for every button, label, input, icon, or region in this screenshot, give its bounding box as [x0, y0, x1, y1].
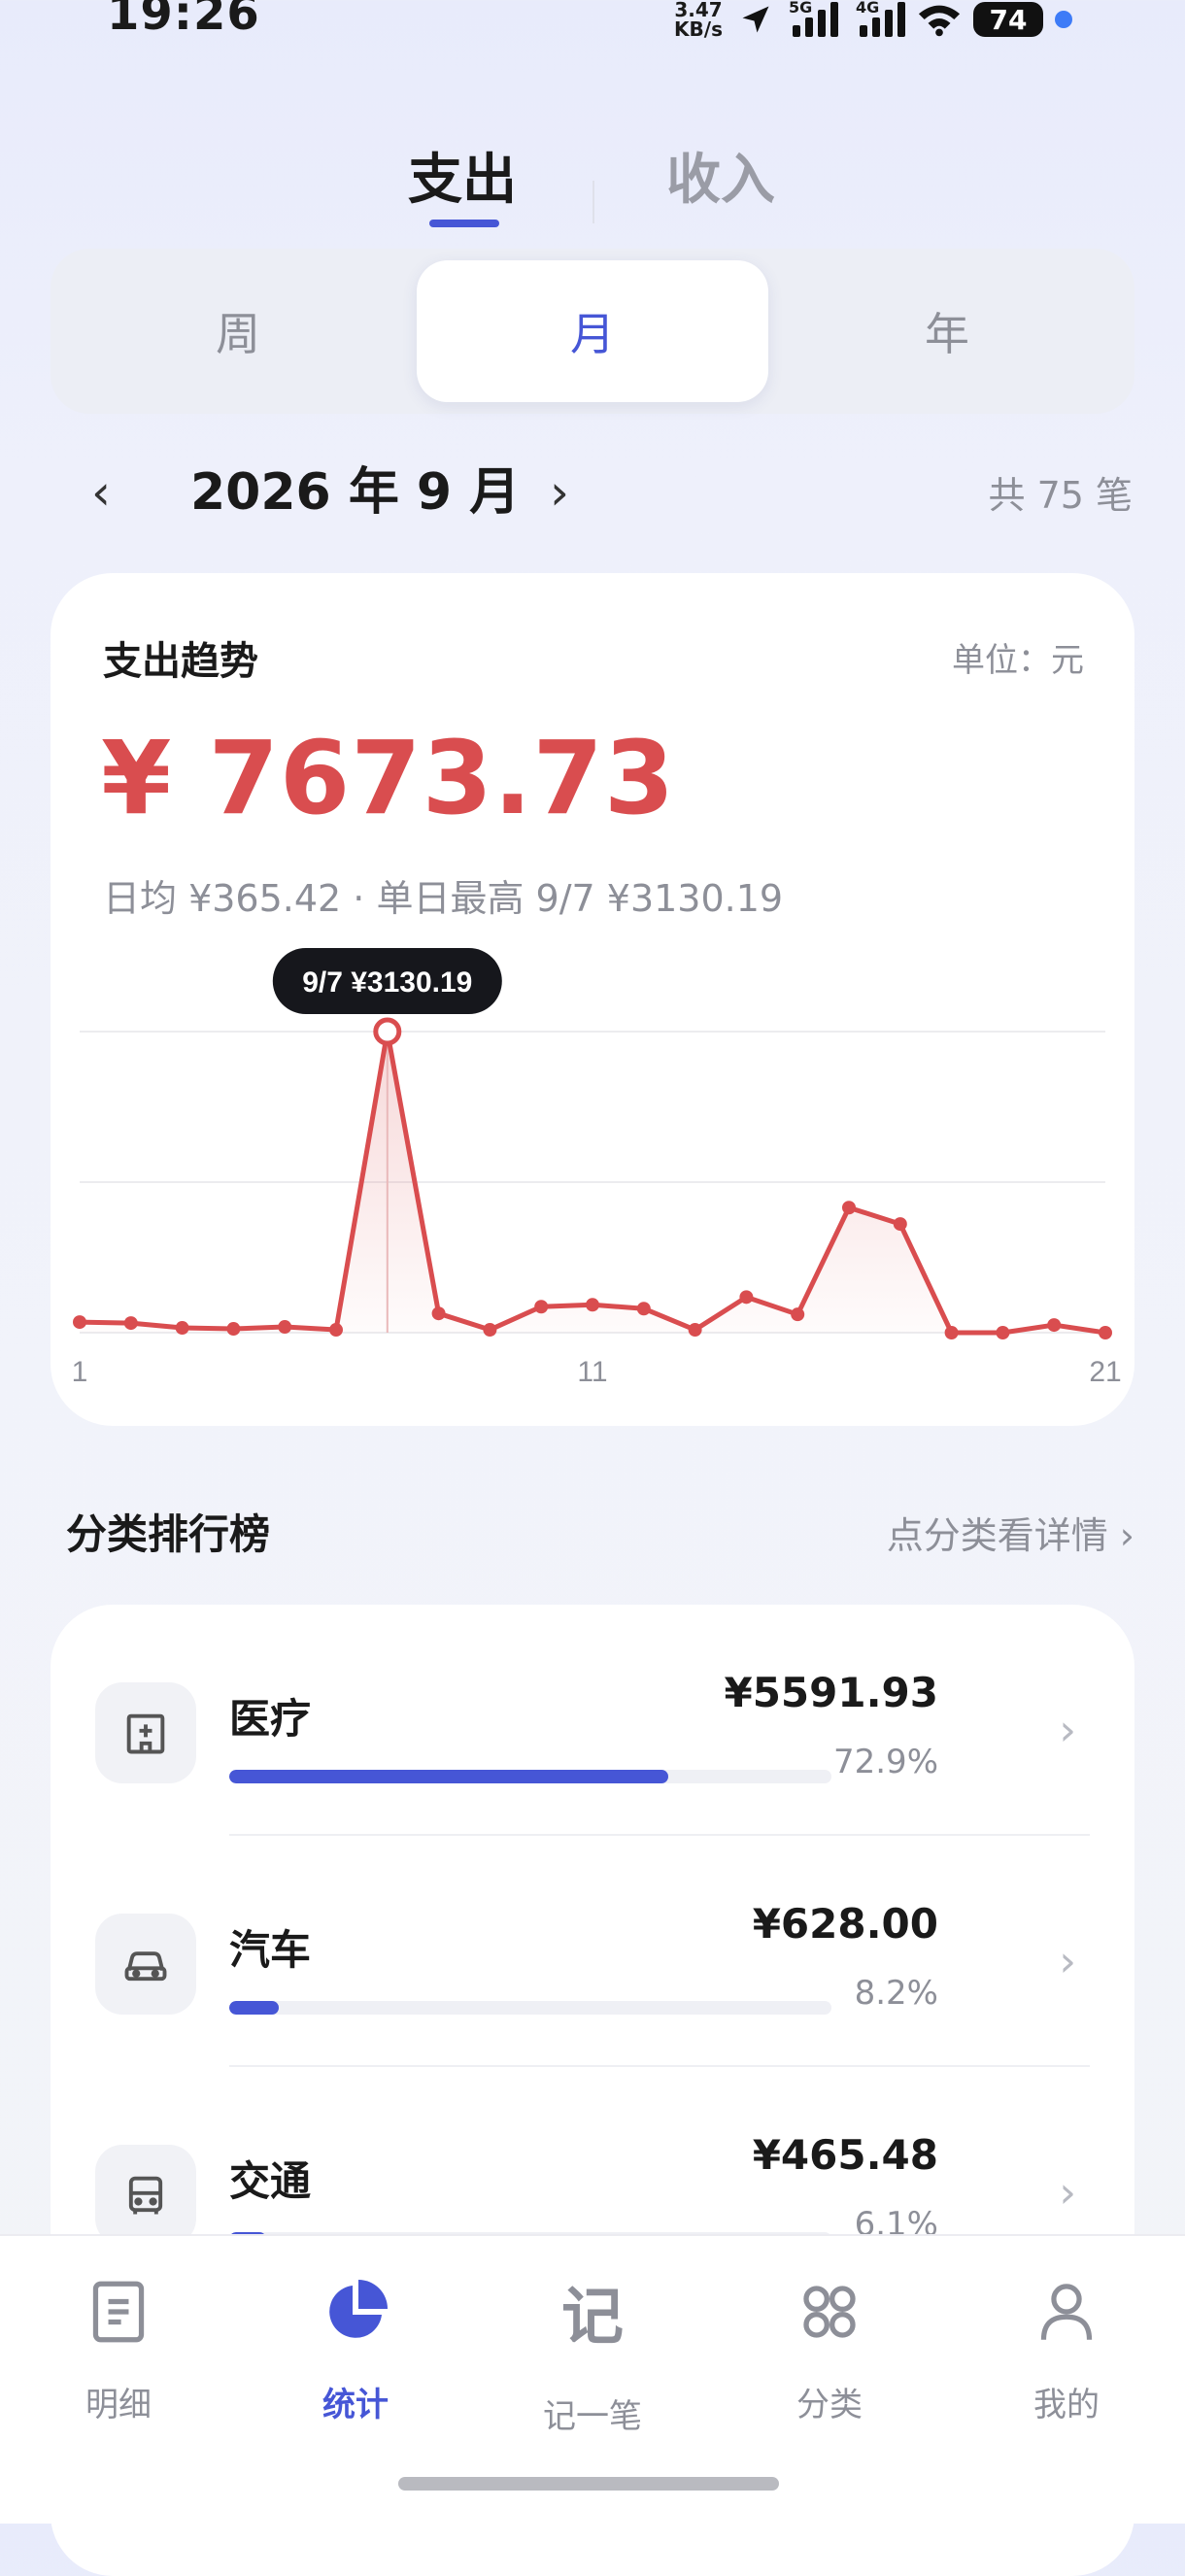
notification-dot [1055, 11, 1072, 28]
wifi-icon [918, 5, 961, 37]
location-arrow-icon [742, 6, 769, 33]
chart-point[interactable] [842, 1201, 856, 1215]
ranking-title: 分类排行榜 [66, 1510, 271, 1558]
x-tick-label: 11 [577, 1356, 607, 1388]
nav-label: 记一笔 [543, 2397, 642, 2436]
status-time: 19:26 [107, 0, 260, 41]
category-amount: ¥628.00 [752, 1900, 938, 1948]
network-type-2: 4G [856, 0, 880, 17]
list-icon [80, 2273, 157, 2351]
tooltip-text: 9/7 ¥3130.19 [302, 966, 472, 999]
chart-point[interactable] [278, 1320, 292, 1335]
unit-label: 单位：元 [952, 641, 1084, 680]
network-speed: 3.47 KB/s [670, 0, 727, 39]
home-indicator [398, 2477, 779, 2491]
chart-point[interactable] [534, 1300, 549, 1314]
chart-point[interactable] [431, 1306, 446, 1321]
chart-point[interactable] [1099, 1326, 1112, 1339]
nav-add-record[interactable]: 记 记一笔 [505, 2273, 680, 2437]
chart-point[interactable] [175, 1321, 189, 1336]
category-amount: ¥5591.93 [724, 1669, 938, 1716]
chart-point[interactable] [688, 1323, 702, 1338]
bus-icon [95, 2145, 196, 2246]
x-tick-label: 1 [72, 1356, 88, 1388]
category-percent: 8.2% [854, 1974, 938, 2013]
category-name: 汽车 [229, 1926, 312, 1974]
category-progress-fill [229, 2001, 279, 2015]
pie-chart-icon [317, 2273, 394, 2351]
chart-point[interactable] [636, 1302, 651, 1316]
nav-label: 明细 [85, 2386, 152, 2424]
category-percent: 72.9% [832, 1743, 938, 1781]
chevron-right-icon: › [1059, 1937, 1076, 1986]
chart-point[interactable] [791, 1307, 805, 1322]
nav-label: 分类 [796, 2386, 863, 2424]
chart-point[interactable] [996, 1326, 1010, 1339]
next-month-button[interactable]: › [550, 458, 569, 526]
chart-point[interactable] [586, 1298, 599, 1312]
chart-point[interactable] [123, 1316, 138, 1331]
prev-month-button[interactable]: ‹ [91, 458, 111, 526]
hospital-icon [95, 1682, 196, 1783]
tab-divider [592, 181, 594, 223]
nav-label: 我的 [1033, 2386, 1100, 2424]
nav-label: 统计 [322, 2386, 389, 2424]
tab-active-indicator [429, 220, 499, 227]
total-amount: ¥ 7673.73 [101, 719, 676, 837]
x-tick-label: 21 [1089, 1356, 1121, 1388]
period-year-button[interactable]: 年 [771, 260, 1123, 402]
chart-point[interactable] [739, 1290, 754, 1305]
user-icon [1028, 2273, 1105, 2351]
chart-point[interactable] [329, 1323, 343, 1338]
chart-tooltip: 9/7 ¥3130.19 [272, 948, 502, 1014]
period-week-button[interactable]: 周 [62, 260, 414, 402]
add-record-icon: 记 [561, 2282, 624, 2354]
chart-point[interactable] [483, 1323, 497, 1338]
category-name: 交通 [229, 2157, 312, 2205]
category-row[interactable]: 汽车 ¥628.00 8.2% › [51, 1836, 1134, 2067]
chart-point[interactable] [73, 1315, 86, 1330]
nav-categories[interactable]: 分类 [742, 2273, 917, 2425]
chart-point[interactable] [1047, 1318, 1062, 1333]
chart-point[interactable] [944, 1326, 959, 1339]
speed-unit: KB/s [674, 17, 723, 41]
tab-expense[interactable]: 支出 [408, 136, 517, 215]
signal-icon: 4G [856, 0, 905, 37]
period-month-button[interactable]: 月 [417, 260, 768, 402]
chevron-right-icon: › [1059, 1706, 1076, 1755]
car-icon [95, 1914, 196, 2015]
chart-highlight-point[interactable] [373, 1017, 402, 1046]
trend-title: 支出趋势 [103, 639, 258, 684]
category-progress [229, 1770, 831, 1783]
nav-details[interactable]: 明细 [31, 2273, 206, 2425]
chevron-right-icon: › [1059, 2168, 1076, 2218]
category-name: 医疗 [229, 1695, 312, 1743]
status-icons: 3.47 KB/s 5G 4G 74 [670, 0, 1072, 45]
daily-stats: 日均 ¥365.42 · 单日最高 9/7 ¥3130.19 [103, 877, 784, 920]
grid-icon [791, 2273, 868, 2351]
category-row[interactable]: 医疗 ¥5591.93 72.9% › [51, 1605, 1134, 1836]
chart-point[interactable] [893, 1217, 907, 1232]
chart-point[interactable] [226, 1322, 241, 1337]
category-amount: ¥465.48 [752, 2131, 938, 2179]
battery-icon: 74 [973, 2, 1043, 37]
speed-value: 3.47 [674, 0, 723, 21]
ranking-hint[interactable]: 点分类看详情 › [887, 1506, 1134, 1559]
category-progress [229, 2001, 831, 2015]
category-progress-fill [229, 1770, 668, 1783]
nav-profile[interactable]: 我的 [979, 2273, 1154, 2425]
nav-statistics[interactable]: 统计 [268, 2273, 443, 2425]
month-label[interactable]: 2026 年 9 月 [190, 458, 520, 526]
network-type-1: 5G [789, 0, 813, 17]
trend-chart[interactable]: 1 11 21 9/7 ¥3130.19 [51, 942, 1134, 1389]
tab-income[interactable]: 收入 [666, 136, 775, 215]
record-count: 共 75 笔 [988, 474, 1133, 517]
signal-icon: 5G [789, 0, 838, 37]
